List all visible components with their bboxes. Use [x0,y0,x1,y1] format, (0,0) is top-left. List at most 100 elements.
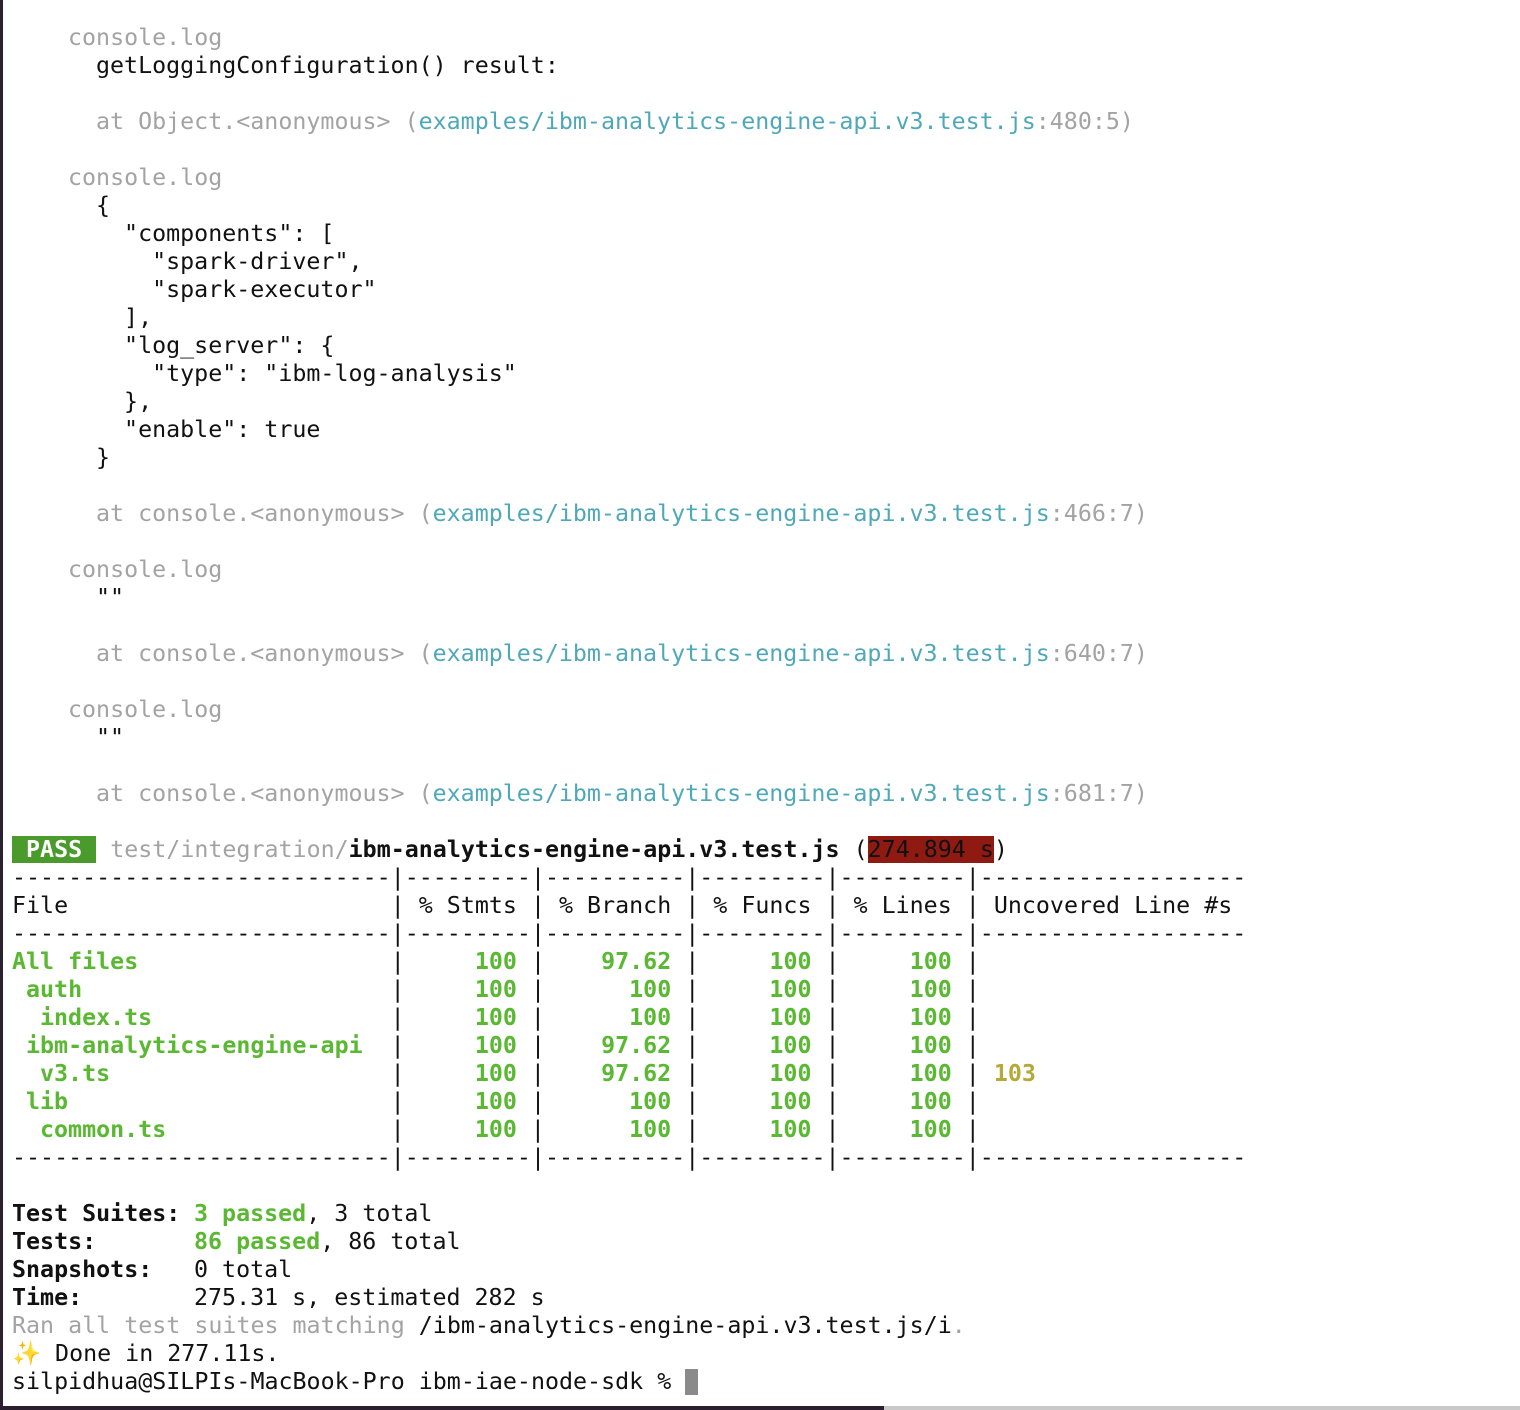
coverage-cell-lines: 100 [909,1116,952,1143]
done-text: Done in 277.11s. [41,1340,280,1367]
coverage-cell-uncovered: 103 [993,1060,1036,1087]
log-body-line: "spark-driver", [96,248,363,275]
summary-passed: 86 passed [194,1228,321,1255]
summary-row: Test Suites: 3 passed, 3 total [12,1200,1512,1228]
coverage-cell-funcs: 100 [769,976,812,1003]
stack-location-pos: :681:7) [1049,780,1148,807]
pass-badge: PASS [12,836,97,863]
coverage-cell-stmts: 100 [474,1088,517,1115]
terminal-output[interactable]: console.log getLoggingConfiguration() re… [12,24,1512,1396]
summary-row: Snapshots: 0 total [12,1256,1512,1284]
ran-prefix: Ran all test suites matching [12,1312,419,1339]
log-block: console.log getLoggingConfiguration() re… [12,24,1512,164]
coverage-file-name: v3.ts [40,1060,111,1087]
coverage-cell-stmts: 100 [474,1032,517,1059]
summary-label: Time: [12,1284,83,1311]
coverage-table: ---------------------------|---------|--… [12,864,1512,1172]
stack-location-pos: :466:7) [1049,500,1148,527]
duration-open-paren: ( [853,836,868,863]
log-body-line: "" [96,584,125,611]
log-body-line: "log_server": { [96,332,335,359]
log-body-line: "components": [ [96,220,335,247]
coverage-file-name: index.ts [40,1004,153,1031]
window-frame-left [0,0,3,1410]
ran-suffix: . [951,1312,966,1339]
coverage-cell-branch: 100 [629,1004,672,1031]
stack-location-file[interactable]: examples/ibm-analytics-engine-api.v3.tes… [433,500,1050,527]
stack-location-prefix: at console.<anonymous> ( [96,780,433,807]
log-header: console.log [68,164,223,191]
table-row: auth | 100 | 100 | 100 | 100 | [12,976,1512,1004]
coverage-cell-lines: 100 [909,1032,952,1059]
done-line: ✨ Done in 277.11s. [12,1340,1512,1368]
stack-location-prefix: at console.<anonymous> ( [96,500,433,527]
summary-row: Tests: 86 passed, 86 total [12,1228,1512,1256]
stack-location-pos: :640:7) [1049,640,1148,667]
log-body-line: } [96,444,111,471]
coverage-cell-funcs: 100 [769,1060,812,1087]
stack-location-pos: :480:5) [1035,108,1134,135]
text-cursor[interactable] [685,1369,699,1395]
log-header: console.log [68,24,223,51]
log-body-line: }, [96,388,153,415]
stack-location-file[interactable]: examples/ibm-analytics-engine-api.v3.tes… [433,780,1050,807]
sparkles-icon: ✨ [12,1340,42,1367]
coverage-file-name: All files [12,948,139,975]
test-result-line: PASS test/integration/ibm-analytics-engi… [12,836,1512,864]
table-row: All files | 100 | 97.62 | 100 | 100 | [12,948,994,975]
log-body-line: "type": "ibm-log-analysis" [96,360,517,387]
log-body-line: getLoggingConfiguration() result: [96,52,559,79]
coverage-separator: ---------------------------|---------|--… [12,1144,1247,1171]
table-row: v3.ts | 100 | 97.62 | 100 | 100 | 103 [12,1060,1512,1088]
ran-pattern: /ibm-analytics-engine-api.v3.test.js/i [418,1312,952,1339]
coverage-cell-stmts: 100 [474,948,517,975]
shell-prompt: silpidhua@SILPIs-MacBook-Pro ibm-iae-nod… [12,1368,686,1395]
coverage-cell-funcs: 100 [769,948,812,975]
summary-row: Time: 275.31 s, estimated 282 s [12,1284,1512,1312]
duration-badge: 274.894 s [867,836,994,863]
coverage-cell-funcs: 100 [769,1032,812,1059]
coverage-file-name: ibm-analytics-engine-api [26,1032,363,1059]
summary-rest: , 86 total [320,1228,461,1255]
log-body-line: "enable": true [96,416,321,443]
table-row: lib | 100 | 100 | 100 | 100 | [12,1088,1512,1116]
log-block: console.log { "components": [ "spark-dri… [12,164,1512,556]
coverage-rows: All files | 100 | 97.62 | 100 | 100 | au… [12,948,1512,1144]
coverage-cell-stmts: 100 [474,1116,517,1143]
log-block: console.log "" at console.<anonymous> (e… [12,696,1512,836]
log-body-line: "spark-executor" [96,276,377,303]
coverage-file-name: common.ts [40,1116,167,1143]
coverage-file-name: auth [26,976,83,1003]
coverage-cell-lines: 100 [909,976,952,1003]
test-summary: Test Suites: 3 passed, 3 total Tests: 86 p… [12,1200,1512,1312]
summary-label: Tests: [12,1228,97,1255]
log-body-line: ], [96,304,153,331]
summary-rest: 0 total [194,1256,293,1283]
summary-label: Test Suites: [12,1200,181,1227]
shell-prompt-line[interactable]: silpidhua@SILPIs-MacBook-Pro ibm-iae-nod… [12,1368,1512,1396]
summary-label: Snapshots: [12,1256,153,1283]
table-row: index.ts | 100 | 100 | 100 | 100 | [12,1004,1512,1032]
stack-location-prefix: at console.<anonymous> ( [96,640,433,667]
coverage-header: File | % Stmts | % Branch | % Funcs | % … [12,892,1247,919]
log-header: console.log [68,696,223,723]
stack-location-file[interactable]: examples/ibm-analytics-engine-api.v3.tes… [433,640,1050,667]
stack-location-file[interactable]: examples/ibm-analytics-engine-api.v3.tes… [419,108,1036,135]
coverage-cell-lines: 100 [909,1060,952,1087]
coverage-separator: ---------------------------|---------|--… [12,864,1247,891]
log-header: console.log [68,556,223,583]
ran-line: Ran all test suites matching /ibm-analyt… [12,1312,1512,1340]
summary-rest: 275.31 s, estimated 282 s [194,1284,545,1311]
table-row: common.ts | 100 | 100 | 100 | 100 | [12,1116,1512,1144]
coverage-cell-stmts: 100 [474,1060,517,1087]
table-row: ibm-analytics-engine-api | 100 | 97.62 |… [12,1032,1512,1060]
coverage-cell-branch: 97.62 [601,948,672,975]
